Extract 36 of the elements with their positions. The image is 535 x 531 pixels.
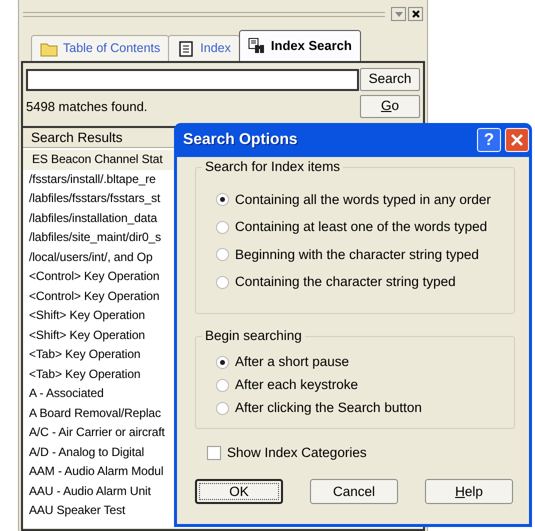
radio-button[interactable] <box>216 379 229 392</box>
radio-label: After a short pause <box>235 353 350 372</box>
caret-icon <box>394 12 402 16</box>
help-button[interactable]: ? <box>477 128 501 152</box>
radio-label: After each keystroke <box>235 376 358 394</box>
binoculars-icon <box>248 38 266 54</box>
radio-button[interactable] <box>216 193 229 206</box>
match-count: 5498 matches found. <box>26 98 148 116</box>
radio-button[interactable] <box>216 276 229 289</box>
radio-label: After clicking the Search button <box>235 399 422 418</box>
tab[interactable]: Index Search <box>238 30 361 61</box>
document-icon <box>177 40 196 56</box>
group-title: Begin searching <box>202 328 305 344</box>
radio-label: Beginning with the character string typed <box>235 246 479 264</box>
help-button[interactable]: Help <box>425 479 513 504</box>
radio-label: Containing all the words typed in any order <box>235 190 491 209</box>
tab[interactable]: Table of Contents <box>31 35 170 61</box>
cancel-button[interactable]: Cancel <box>310 479 398 504</box>
close-icon <box>510 133 524 147</box>
search-field[interactable] <box>26 68 359 90</box>
tab[interactable]: Index <box>168 35 240 61</box>
close-icon <box>412 10 420 18</box>
radio-button[interactable] <box>216 356 229 369</box>
radio-label: Containing the character string typed <box>235 273 456 292</box>
radio-button[interactable] <box>216 248 229 262</box>
radio-button[interactable] <box>216 220 229 234</box>
radio-label: Containing at least one of the words typed <box>235 218 488 236</box>
checkbox-label: Show Index Categories <box>227 444 367 462</box>
radio-button[interactable] <box>216 402 229 415</box>
search-button[interactable]: Search <box>360 68 420 91</box>
close-button[interactable] <box>408 7 423 21</box>
folder-icon <box>40 40 58 56</box>
dialog-title: Search Options <box>183 130 299 150</box>
ok-button[interactable]: OK <box>195 479 283 504</box>
go-button[interactable]: Go <box>360 95 420 118</box>
checkbox[interactable] <box>207 446 221 460</box>
